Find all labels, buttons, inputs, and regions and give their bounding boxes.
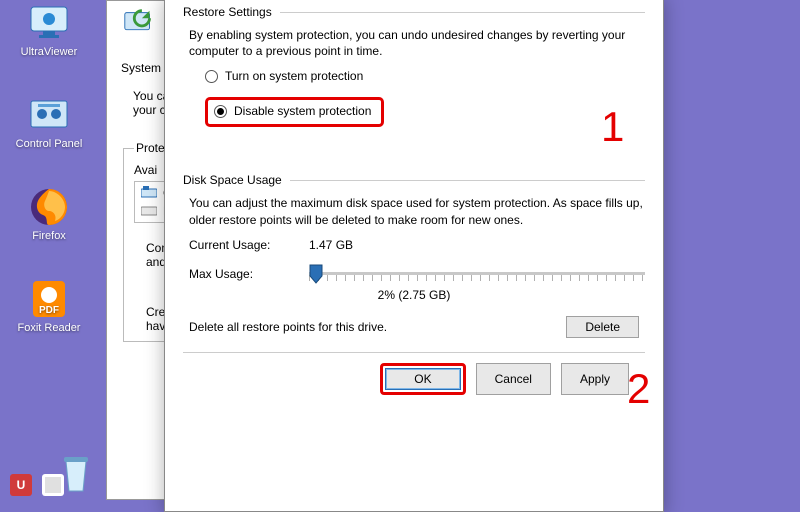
desktop-icon-control-panel[interactable]: Control Panel (16, 92, 83, 150)
current-usage-label: Current Usage: (189, 238, 309, 252)
cancel-button[interactable]: Cancel (476, 363, 551, 395)
max-usage-value: 2% (2.75 GB) (183, 288, 645, 302)
max-usage-label: Max Usage: (189, 267, 309, 281)
slider-thumb[interactable] (309, 264, 323, 284)
desktop-icons: UltraViewer Control Panel Firefox PDF Fo… (6, 0, 92, 334)
control-panel-icon (26, 92, 72, 138)
disk-usage-heading: Disk Space Usage (183, 173, 282, 187)
desktop-icon-label: Control Panel (16, 138, 83, 150)
desktop-icon-label: UltraViewer (21, 46, 78, 58)
taskbar: U (0, 470, 110, 500)
desktop-icon-label: Firefox (32, 230, 66, 242)
annotation-marker-2: 2 (627, 365, 650, 413)
disk-usage-description: You can adjust the maximum disk space us… (189, 195, 645, 227)
desktop-icon-firefox[interactable]: Firefox (26, 184, 72, 242)
divider (280, 12, 645, 13)
firefox-icon (26, 184, 72, 230)
system-protection-configure-dialog: Restore Settings By enabling system prot… (164, 0, 664, 512)
system-restore-icon (121, 5, 159, 43)
current-usage-value: 1.47 GB (309, 238, 353, 252)
max-usage-slider[interactable] (309, 262, 645, 286)
radio-icon (205, 70, 218, 83)
radio-label: Turn on system protection (225, 69, 363, 83)
restore-settings-description: By enabling system protection, you can u… (189, 27, 645, 59)
drive-icon (141, 204, 157, 218)
radio-icon (214, 105, 227, 118)
divider (290, 180, 645, 181)
radio-label: Disable system protection (234, 104, 371, 118)
radio-turn-on-protection[interactable]: Turn on system protection (205, 69, 645, 83)
ultraviewer-icon (26, 0, 72, 46)
restore-settings-heading: Restore Settings (183, 5, 272, 19)
foxit-icon: PDF (26, 276, 72, 322)
annotation-marker-1: 1 (601, 103, 624, 151)
desktop-icon-label: Foxit Reader (18, 322, 81, 334)
drive-icon (141, 186, 157, 200)
desktop-icon-foxit[interactable]: PDF Foxit Reader (18, 276, 81, 334)
desktop-icon-ultraviewer[interactable]: UltraViewer (21, 0, 78, 58)
delete-restore-points-label: Delete all restore points for this drive… (189, 320, 387, 334)
svg-text:U: U (17, 478, 26, 492)
annotation-highlight-2: OK (380, 363, 465, 395)
taskbar-app-icon[interactable] (42, 474, 64, 496)
apply-button[interactable]: Apply (561, 363, 629, 395)
ok-button[interactable]: OK (385, 368, 460, 390)
annotation-highlight-1: Disable system protection (205, 97, 384, 127)
radio-disable-protection[interactable]: Disable system protection (214, 104, 371, 118)
taskbar-app-icon[interactable]: U (10, 474, 32, 496)
svg-text:PDF: PDF (39, 305, 59, 316)
delete-button[interactable]: Delete (566, 316, 639, 338)
dialog-footer: OK Cancel Apply (183, 352, 645, 395)
